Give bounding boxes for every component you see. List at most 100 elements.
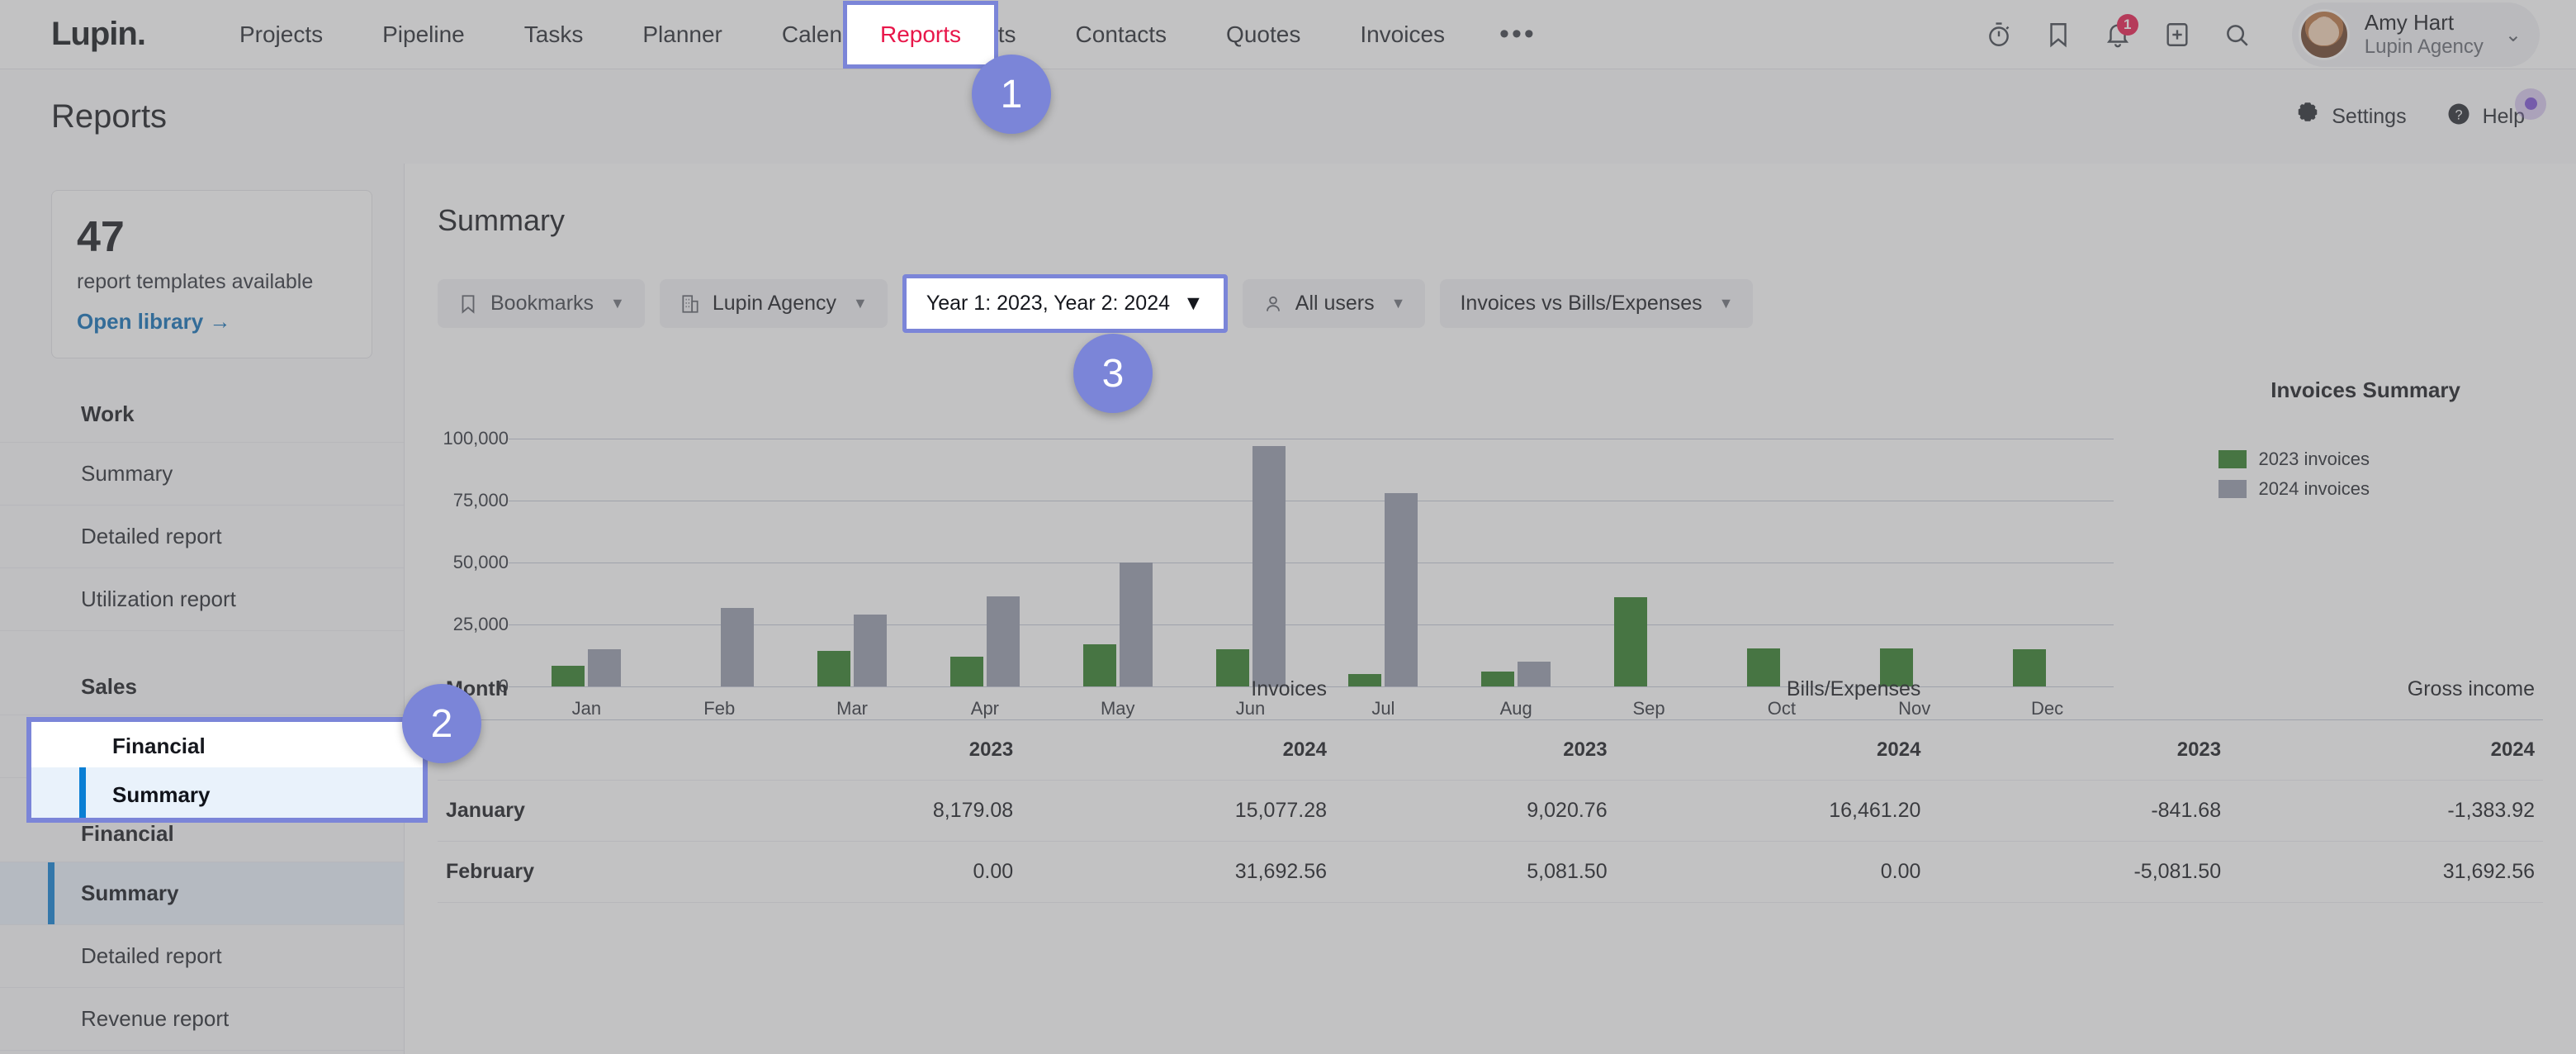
- report-mode-label: Invoices vs Bills/Expenses: [1460, 292, 1702, 315]
- nav-link-pipeline[interactable]: Pipeline: [353, 0, 495, 69]
- sidebar-item-financial-wip-report[interactable]: WIP report: [0, 1051, 404, 1054]
- chart-bar-group: Jan: [520, 439, 653, 719]
- report-templates-card: 47 report templates available Open libra…: [51, 190, 372, 358]
- chevron-down-icon: ▼: [1718, 295, 1734, 311]
- nav-link-invoices[interactable]: Invoices: [1330, 0, 1475, 69]
- table-cell-value: 31,692.56: [2229, 841, 2543, 903]
- report-mode-filter[interactable]: Invoices vs Bills/Expenses ▼: [1440, 279, 1754, 328]
- legend-swatch-2024: [2218, 480, 2247, 498]
- main-content: Summary Bookmarks ▼ Lupin Agency ▼ Year …: [405, 164, 2576, 1054]
- col-invoices: Invoices: [741, 659, 1335, 720]
- help-button[interactable]: ? Help: [2446, 88, 2546, 132]
- sidebar-item-work-utilization-report[interactable]: Utilization report: [0, 568, 404, 631]
- chevron-down-icon: ▼: [1183, 292, 1204, 315]
- chart-y-axis-label: 75,000: [452, 490, 509, 510]
- users-filter[interactable]: All users ▼: [1242, 279, 1426, 328]
- sidebar-item-financial-summary[interactable]: Summary: [0, 862, 404, 925]
- annotation-badge-3: 3: [1073, 334, 1153, 413]
- sidebar-item-work-detailed-report[interactable]: Detailed report: [0, 506, 404, 568]
- reports-sidebar: 47 report templates available Open libra…: [0, 164, 405, 1054]
- sidebar-group-financial: Financial Summary Detailed report Revenu…: [0, 806, 404, 1054]
- year-header-gross-2024: 2024: [2229, 719, 2543, 781]
- chart-y-axis-label: 50,000: [452, 552, 509, 572]
- nav-more-button[interactable]: •••: [1475, 0, 1561, 69]
- bookmark-icon: [457, 293, 479, 315]
- template-count: 47: [77, 213, 125, 261]
- chart-bars: Jan Feb Mar Apr May Jun Jul Aug Sep Oct Nov Dec: [520, 439, 2114, 719]
- col-month: Month: [438, 659, 741, 720]
- nav-right-actions: 1 Amy Hart Lupin Agency ⌄: [1973, 0, 2540, 69]
- page-header-actions: Settings ? Help: [2295, 88, 2546, 132]
- table-body: January 8,179.08 15,077.28 9,020.76 16,461.2…: [438, 780, 2543, 903]
- year-header-invoices-2023: 2023: [741, 719, 1022, 781]
- year-header-blank: [438, 719, 741, 781]
- sidebar-item-work-summary[interactable]: Summary: [0, 443, 404, 506]
- col-bills-expenses: Bills/Expenses: [1335, 659, 1930, 720]
- chart-bar-group: Aug: [1450, 439, 1583, 719]
- year-header-bills-2024: 2024: [1615, 719, 1930, 781]
- settings-label: Settings: [2332, 104, 2407, 128]
- chart-bar-group: Nov: [1848, 439, 1981, 719]
- user-menu[interactable]: Amy Hart Lupin Agency ⌄: [2291, 2, 2540, 67]
- nav-link-tasks[interactable]: Tasks: [495, 0, 613, 69]
- app-root: Lupin. Projects Pipeline Tasks Planner C…: [0, 0, 2576, 1054]
- highlighted-reports-label: Reports: [879, 21, 962, 47]
- gear-icon: [2295, 102, 2320, 132]
- nav-link-projects[interactable]: Projects: [210, 0, 353, 69]
- table-cell-value: 16,461.20: [1615, 780, 1930, 842]
- highlight-financial-section[interactable]: Financial Summary: [26, 717, 428, 823]
- year-range-filter[interactable]: Year 1: 2023, Year 2: 2024 ▼: [902, 274, 1228, 333]
- chart-bar[interactable]: [1252, 446, 1286, 686]
- settings-button[interactable]: Settings: [2295, 102, 2407, 132]
- timer-icon[interactable]: [1973, 9, 2024, 60]
- chart-y-axis-label: 100,000: [443, 428, 509, 449]
- table-group-header-row: Month Invoices Bills/Expenses Gross inco…: [438, 659, 2543, 720]
- year-header-gross-2023: 2023: [1929, 719, 2230, 781]
- bookmarks-filter[interactable]: Bookmarks ▼: [438, 279, 645, 328]
- chart-bar-group: Jun: [1184, 439, 1317, 719]
- sidebar-group-title-work: Work: [0, 387, 404, 443]
- app-logo[interactable]: Lupin.: [51, 16, 146, 53]
- chevron-down-icon: ▼: [610, 295, 625, 311]
- table-cell-month: February: [438, 841, 741, 903]
- col-gross-income: Gross income: [1929, 659, 2543, 720]
- annotation-badge-1: 1: [972, 55, 1051, 134]
- nav-link-quotes[interactable]: Quotes: [1196, 0, 1330, 69]
- help-circle-icon: ?: [2446, 102, 2471, 132]
- chart-legend: 2023 invoices 2024 invoices: [2218, 449, 2370, 508]
- chevron-down-icon: ▼: [853, 295, 868, 311]
- nav-link-contacts[interactable]: Contacts: [1046, 0, 1197, 69]
- nav-link-planner[interactable]: Planner: [613, 0, 752, 69]
- sidebar-item-financial-revenue-report[interactable]: Revenue report: [0, 988, 404, 1051]
- filter-toolbar: Bookmarks ▼ Lupin Agency ▼ Year 1: 2023,…: [405, 238, 2576, 333]
- add-box-icon[interactable]: [2152, 9, 2203, 60]
- highlight-reports-tab[interactable]: Reports: [843, 1, 998, 69]
- user-icon: [1262, 293, 1284, 315]
- chart-bar-group: Mar: [786, 439, 919, 719]
- open-library-link[interactable]: Open library →: [77, 309, 347, 335]
- company-filter[interactable]: Lupin Agency ▼: [659, 279, 888, 328]
- legend-label-2023: 2023 invoices: [2258, 449, 2370, 469]
- chart-y-axis-label: 25,000: [452, 614, 509, 634]
- bell-icon[interactable]: 1: [2092, 9, 2143, 60]
- chart-bar-group: Jul: [1317, 439, 1450, 719]
- table-row[interactable]: February 0.00 31,692.56 5,081.50 0.00 -5,081.…: [438, 841, 2543, 903]
- chart-title: Invoices Summary: [2271, 377, 2460, 402]
- year-range-label: Year 1: 2023, Year 2: 2024: [926, 292, 1171, 315]
- template-count-label: report templates available: [77, 270, 314, 293]
- page-title: Reports: [51, 97, 168, 135]
- search-icon[interactable]: [2211, 9, 2262, 60]
- company-label: Lupin Agency: [712, 292, 836, 315]
- highlight-financial-summary-item[interactable]: Summary: [31, 767, 423, 818]
- user-info: Amy Hart Lupin Agency: [2365, 10, 2484, 58]
- table-row[interactable]: January 8,179.08 15,077.28 9,020.76 16,461.2…: [438, 780, 2543, 842]
- chevron-down-icon[interactable]: ⌄: [2505, 23, 2522, 47]
- help-indicator-dot: [2515, 88, 2546, 120]
- highlight-financial-title: Financial: [112, 734, 206, 758]
- annotation-badge-2: 2: [402, 684, 481, 763]
- table-year-header-row: 2023 2024 2023 2024 2023 2024: [438, 719, 2543, 781]
- bookmark-icon[interactable]: [2033, 9, 2084, 60]
- sidebar-item-financial-detailed-report[interactable]: Detailed report: [0, 925, 404, 988]
- chart-bar[interactable]: [1385, 493, 1418, 686]
- table-cell-value: 5,081.50: [1335, 841, 1616, 903]
